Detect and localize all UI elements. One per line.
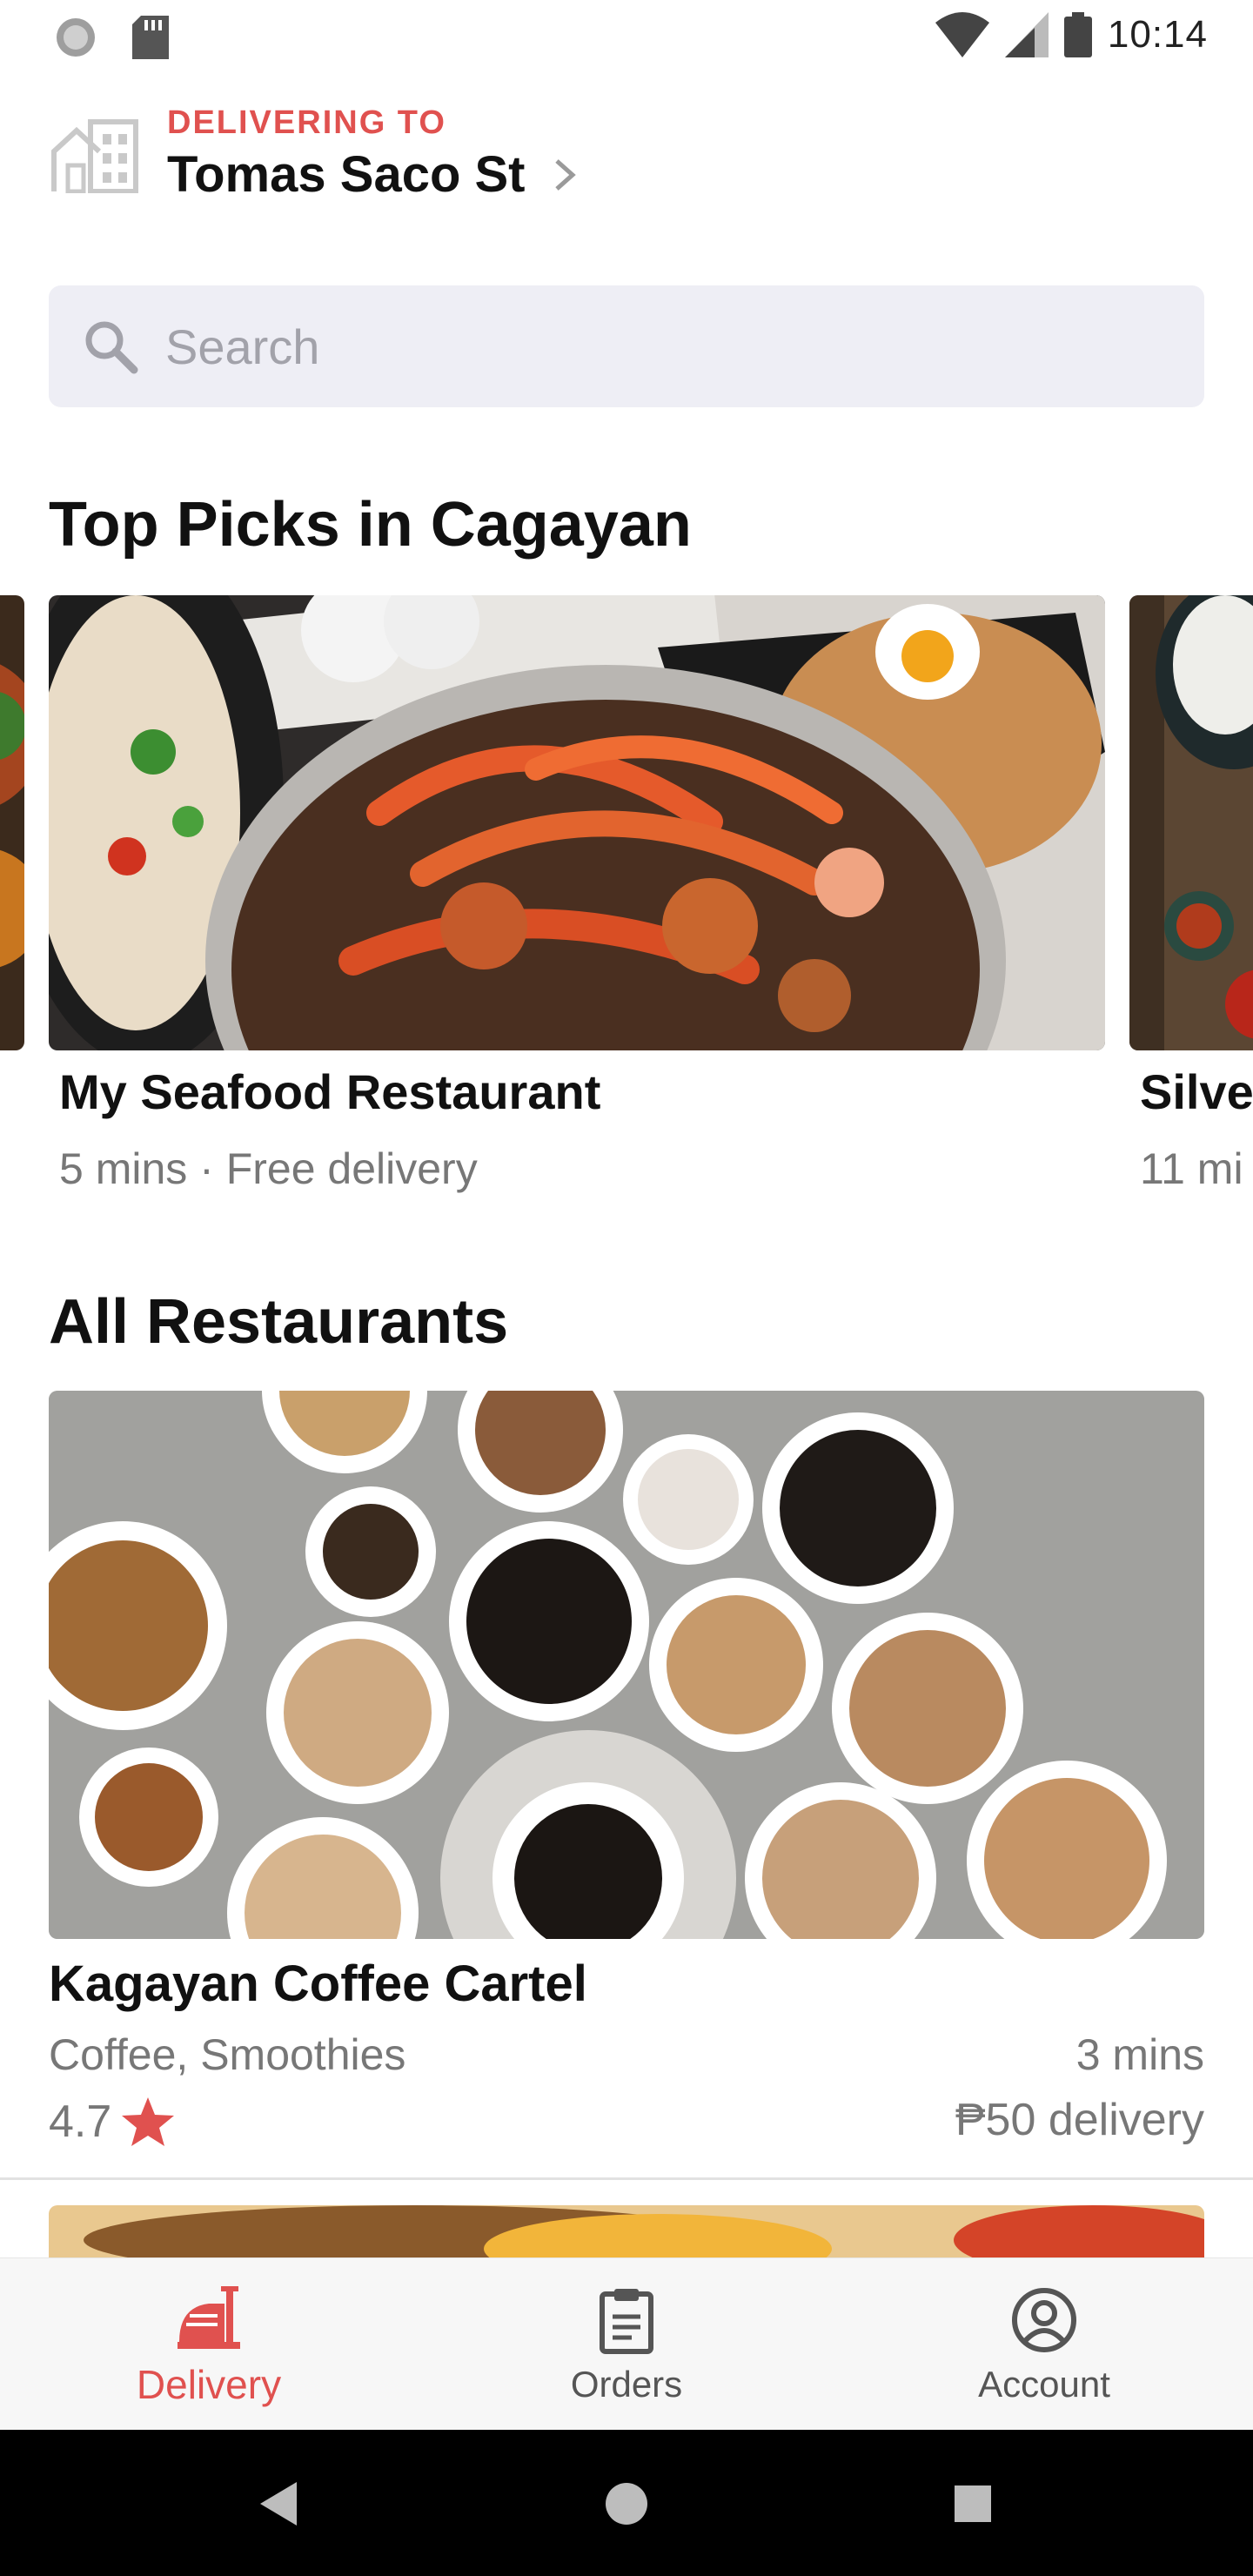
restaurant-photo	[49, 595, 1105, 1050]
list-divider	[0, 2177, 1253, 2180]
building-icon	[51, 119, 138, 193]
delivery-location-selector[interactable]: DELIVERING TO Tomas Saco St	[49, 97, 578, 211]
restaurant-photo	[0, 595, 24, 1050]
all-restaurants-title: All Restaurants	[49, 1287, 509, 1357]
recents-icon[interactable]	[942, 2473, 1003, 2534]
nav-orders[interactable]: Orders	[418, 2258, 835, 2431]
rating: 4.7	[49, 2094, 176, 2150]
nav-orders-label: Orders	[570, 2364, 683, 2405]
delivery-icon	[178, 2286, 240, 2349]
restaurant-list-item-next[interactable]	[49, 2205, 1204, 2257]
nav-account[interactable]: Account	[835, 2258, 1253, 2431]
battery-icon	[1063, 12, 1092, 57]
restaurant-meta: 11 mi	[1140, 1144, 1243, 1193]
wifi-icon	[935, 12, 989, 57]
rating-value: 4.7	[49, 2096, 112, 2147]
home-icon[interactable]	[596, 2473, 657, 2534]
delivering-to-label: DELIVERING TO	[167, 104, 446, 141]
account-icon	[1012, 2288, 1076, 2352]
search-icon	[85, 321, 138, 374]
sync-icon	[57, 18, 95, 57]
nav-account-label: Account	[978, 2364, 1110, 2405]
chevron-right-icon	[554, 158, 576, 191]
search-input[interactable]	[165, 318, 1122, 375]
delivery-fee: ₱50 delivery	[955, 2095, 1204, 2145]
back-icon[interactable]	[248, 2473, 309, 2534]
status-time: 10:14	[1107, 13, 1208, 56]
sd-card-icon	[132, 16, 169, 59]
restaurant-name: My Seafood Restaurant	[59, 1064, 601, 1119]
restaurant-cuisine: Coffee, Smoothies	[49, 2030, 406, 2079]
nav-delivery-label: Delivery	[136, 2362, 282, 2407]
search-bar[interactable]	[49, 285, 1204, 407]
delivery-time: 3 mins	[1075, 2030, 1204, 2079]
top-picks-carousel[interactable]: My Seafood Restaurant 5 mins · Free deli…	[0, 595, 1253, 1231]
restaurant-name: Silve	[1140, 1064, 1253, 1119]
top-picks-title: Top Picks in Cagayan	[49, 490, 692, 560]
delivery-street: Tomas Saco St	[167, 146, 526, 203]
clipboard-icon	[600, 2289, 653, 2354]
restaurant-name: Kagayan Coffee Cartel	[49, 1955, 587, 2012]
status-bar: 10:14	[0, 0, 1253, 73]
restaurant-meta: 5 mins · Free delivery	[59, 1144, 478, 1193]
system-navigation-bar	[0, 2430, 1253, 2576]
star-icon	[122, 2097, 175, 2146]
bottom-navigation: Delivery Orders Account	[0, 2257, 1253, 2430]
nav-delivery[interactable]: Delivery	[0, 2258, 418, 2431]
restaurant-photo	[49, 1391, 1204, 1939]
signal-icon	[1004, 12, 1049, 57]
restaurant-photo	[1129, 595, 1253, 1050]
